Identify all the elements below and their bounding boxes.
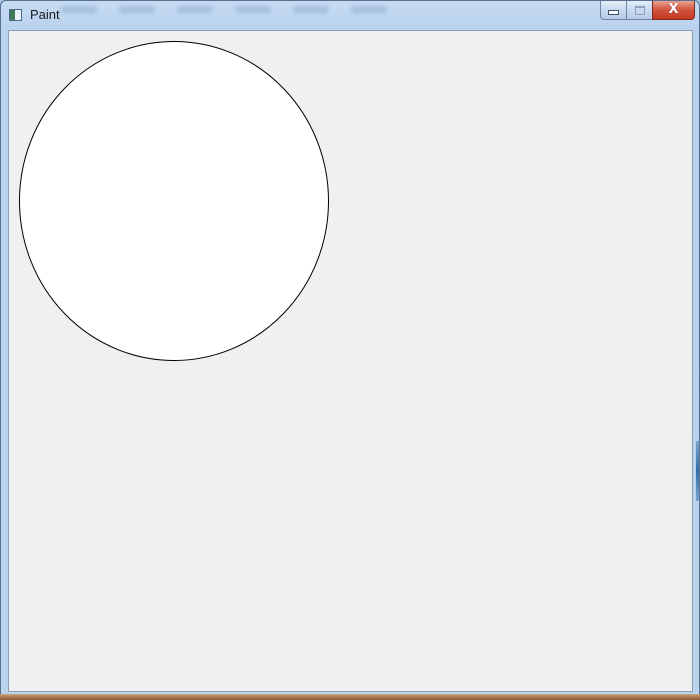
close-button[interactable]: X <box>652 1 695 20</box>
drawing-canvas[interactable] <box>8 30 693 692</box>
blurred-background-titles <box>61 3 481 15</box>
paint-window: Paint X <box>0 0 700 700</box>
minimize-button[interactable] <box>600 1 626 20</box>
maximize-button[interactable] <box>626 1 652 20</box>
minimize-icon <box>608 9 619 15</box>
app-icon[interactable] <box>9 9 22 21</box>
taskbar-edge <box>0 694 700 700</box>
background-desktop-edge <box>696 441 699 501</box>
caption-buttons: X <box>600 1 695 20</box>
window-title: Paint <box>30 7 60 22</box>
title-bar[interactable]: Paint X <box>1 1 699 30</box>
maximize-icon <box>634 5 645 15</box>
close-icon: X <box>668 2 679 17</box>
drawn-ellipse[interactable] <box>19 41 329 361</box>
canvas-drawing-surface[interactable] <box>9 31 692 691</box>
